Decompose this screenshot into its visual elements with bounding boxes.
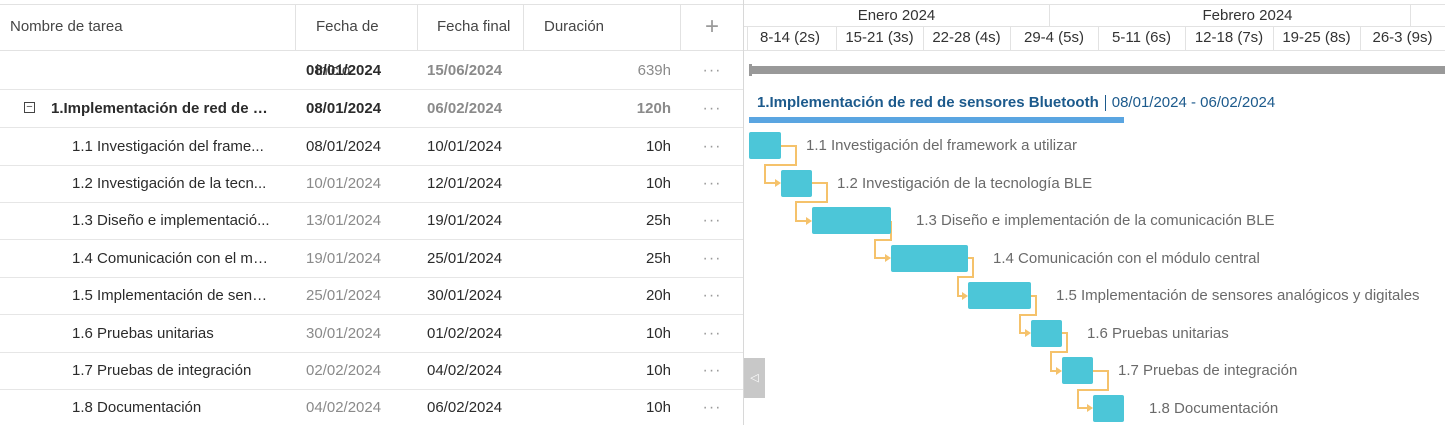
- task-more-button[interactable]: ···: [700, 315, 724, 352]
- task-more-button[interactable]: ···: [700, 389, 724, 426]
- task-name[interactable]: 1.5 Implementación de sens...: [72, 277, 272, 314]
- task-end: 04/02/2024: [427, 362, 503, 379]
- task-more-button[interactable]: ···: [700, 165, 724, 202]
- task-duration: 10h: [645, 362, 671, 379]
- task-start: 04/02/2024: [306, 399, 382, 416]
- parent-task-row[interactable]: − 1.Implementación de red de sen... 08/0…: [0, 90, 744, 128]
- task-bar-label: 1.8 Documentación: [1149, 400, 1279, 417]
- task-duration: 25h: [645, 212, 671, 229]
- task-more-button[interactable]: ···: [700, 352, 724, 389]
- add-column-button[interactable]: +: [700, 5, 724, 51]
- summary-more-button[interactable]: ···: [700, 52, 724, 89]
- task-end: 01/02/2024: [427, 325, 503, 342]
- task-bar[interactable]: [781, 170, 812, 197]
- parent-more-button[interactable]: ···: [700, 90, 724, 127]
- task-row[interactable]: 1.6 Pruebas unitarias 30/01/2024 01/02/2…: [0, 315, 744, 353]
- task-more-button[interactable]: ···: [700, 202, 724, 239]
- task-more-button[interactable]: ···: [700, 240, 724, 277]
- task-bar[interactable]: [1031, 320, 1062, 347]
- column-header-duration[interactable]: Duración: [544, 5, 674, 51]
- parent-task-end: 06/02/2024: [427, 100, 503, 117]
- task-row[interactable]: 1.7 Pruebas de integración 02/02/2024 04…: [0, 352, 744, 390]
- collapse-toggle-icon[interactable]: −: [24, 102, 35, 113]
- task-bar-label: 1.1 Investigación del framework a utiliz…: [806, 137, 1077, 154]
- task-bar-label: 1.7 Pruebas de integración: [1118, 362, 1298, 379]
- column-header-start[interactable]: Fecha de inicio: [316, 5, 416, 79]
- task-bar-label: 1.3 Diseño e implementación de la comuni…: [916, 212, 1275, 229]
- task-bar-label: 1.6 Pruebas unitarias: [1087, 325, 1229, 342]
- task-more-button[interactable]: ···: [700, 277, 724, 314]
- task-start: 13/01/2024: [306, 212, 382, 229]
- task-duration: 10h: [645, 175, 671, 192]
- task-name[interactable]: 1.8 Documentación: [72, 389, 272, 426]
- task-start: 02/02/2024: [306, 362, 382, 379]
- task-duration: 10h: [645, 399, 671, 416]
- task-grid: Nombre de tarea Fecha de inicio Fecha fi…: [0, 0, 744, 425]
- summary-duration: 639h: [637, 62, 671, 79]
- collapse-grid-handle-icon[interactable]: ◁: [744, 358, 765, 398]
- task-name[interactable]: 1.7 Pruebas de integración: [72, 352, 272, 389]
- task-bar[interactable]: [812, 207, 891, 234]
- task-row[interactable]: 1.3 Diseño e implementació... 13/01/2024…: [0, 202, 744, 240]
- parent-task-name[interactable]: 1.Implementación de red de sen...: [51, 90, 271, 127]
- task-row[interactable]: 1.5 Implementación de sens... 25/01/2024…: [0, 277, 744, 315]
- task-row[interactable]: 1.2 Investigación de la tecn... 10/01/20…: [0, 165, 744, 203]
- task-bar[interactable]: [891, 245, 968, 272]
- task-row[interactable]: 1.4 Comunicación con el mó... 19/01/2024…: [0, 240, 744, 278]
- task-end: 25/01/2024: [427, 250, 503, 267]
- task-row[interactable]: 1.8 Documentación 04/02/2024 06/02/2024 …: [0, 389, 744, 427]
- task-name[interactable]: 1.6 Pruebas unitarias: [72, 315, 272, 352]
- task-bar-label: 1.2 Investigación de la tecnología BLE: [837, 175, 1093, 192]
- task-more-button[interactable]: ···: [700, 128, 724, 165]
- task-duration: 10h: [645, 138, 671, 155]
- parent-task-start: 08/01/2024: [306, 100, 382, 117]
- task-bar-label: 1.5 Implementación de sensores analógico…: [1056, 287, 1420, 304]
- task-name[interactable]: 1.2 Investigación de la tecn...: [72, 165, 272, 202]
- task-row[interactable]: 1.1 Investigación del frame... 08/01/202…: [0, 128, 744, 166]
- task-name[interactable]: 1.3 Diseño e implementació...: [72, 202, 272, 239]
- gantt-timeline: Enero 2024 Febrero 2024 8-14 (2s) 15-21 …: [744, 0, 1445, 425]
- task-end: 12/01/2024: [427, 175, 503, 192]
- task-end: 19/01/2024: [427, 212, 503, 229]
- task-start: 30/01/2024: [306, 325, 382, 342]
- task-name[interactable]: 1.4 Comunicación con el mó...: [72, 240, 272, 277]
- task-start: 08/01/2024: [306, 138, 382, 155]
- task-bar[interactable]: [968, 282, 1031, 309]
- task-bar-label: 1.4 Comunicación con el módulo central: [993, 250, 1260, 267]
- grid-header: Nombre de tarea Fecha de inicio Fecha fi…: [0, 4, 744, 79]
- parent-task-duration: 120h: [636, 100, 671, 117]
- task-bar[interactable]: [1093, 395, 1124, 422]
- summary-end: 15/06/2024: [427, 62, 503, 79]
- task-end: 10/01/2024: [427, 138, 503, 155]
- task-start: 10/01/2024: [306, 175, 382, 192]
- task-duration: 10h: [645, 325, 671, 342]
- column-header-name[interactable]: Nombre de tarea: [10, 5, 290, 51]
- task-start: 19/01/2024: [306, 250, 382, 267]
- task-duration: 20h: [645, 287, 671, 304]
- task-end: 30/01/2024: [427, 287, 503, 304]
- task-bar[interactable]: [1062, 357, 1093, 384]
- task-bar[interactable]: [749, 132, 781, 159]
- task-end: 06/02/2024: [427, 399, 503, 416]
- summary-start: 08/01/2024: [306, 62, 382, 79]
- task-duration: 25h: [645, 250, 671, 267]
- task-start: 25/01/2024: [306, 287, 382, 304]
- task-name[interactable]: 1.1 Investigación del frame...: [72, 128, 272, 165]
- column-header-end[interactable]: Fecha final: [437, 5, 523, 51]
- summary-row[interactable]: 08/01/2024 15/06/2024 639h ···: [0, 52, 744, 90]
